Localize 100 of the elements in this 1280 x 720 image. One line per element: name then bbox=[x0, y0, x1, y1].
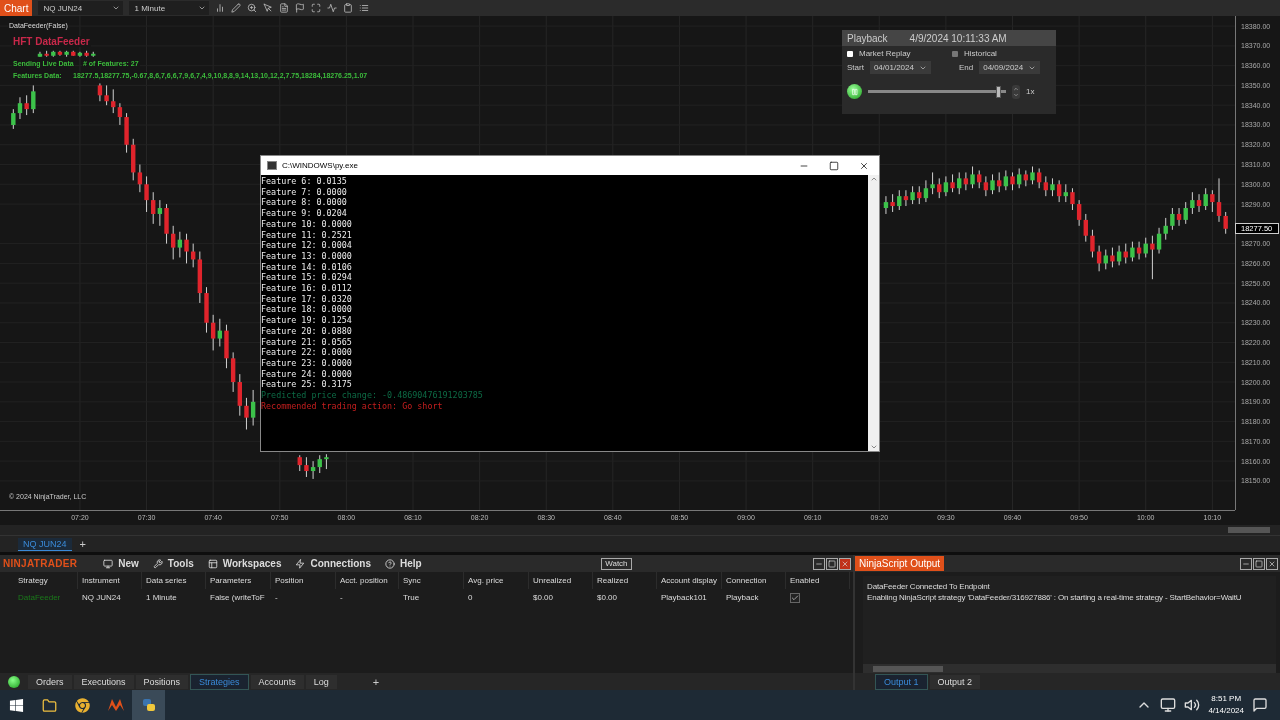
console-line: Feature 13: 0.0000 bbox=[261, 250, 353, 262]
candlestick bbox=[111, 88, 116, 114]
enabled-checkbox[interactable] bbox=[790, 592, 800, 603]
console-line: Feature 11: 0.2521 bbox=[261, 229, 353, 241]
panel-tab[interactable]: Positions bbox=[135, 674, 189, 689]
menu-item[interactable]: Tools bbox=[152, 558, 194, 569]
column-header[interactable]: Position bbox=[271, 572, 336, 589]
column-header[interactable]: Strategy bbox=[0, 572, 78, 589]
column-header[interactable]: Realized bbox=[593, 572, 657, 589]
pause-button[interactable] bbox=[847, 84, 862, 99]
interval-dropdown[interactable]: 1 Minute bbox=[129, 1, 210, 15]
radio-button[interactable] bbox=[847, 50, 853, 57]
radio-label: Market Replay bbox=[859, 49, 911, 58]
candlestick bbox=[230, 351, 236, 393]
column-header[interactable]: Instrument bbox=[78, 572, 142, 589]
panel-tab[interactable]: Accounts bbox=[250, 674, 304, 689]
column-header[interactable]: Avg. price bbox=[464, 572, 529, 589]
column-header[interactable]: Connection bbox=[722, 572, 786, 589]
scrollbar-thumb[interactable] bbox=[1228, 527, 1270, 533]
candlestick bbox=[963, 171, 969, 191]
chart-tab[interactable]: NQ JUN24 bbox=[18, 537, 72, 551]
chart-tab[interactable]: Chart bbox=[0, 0, 33, 16]
close-icon bbox=[859, 160, 869, 171]
close-icon bbox=[1268, 559, 1276, 568]
add-tab-button[interactable]: + bbox=[368, 675, 384, 688]
list-icon[interactable] bbox=[359, 3, 370, 13]
close-button[interactable] bbox=[1266, 557, 1278, 570]
speed-spinner[interactable] bbox=[1012, 84, 1020, 99]
pointer-icon[interactable] bbox=[263, 3, 274, 13]
menu-item[interactable]: Workspaces bbox=[207, 558, 282, 569]
column-header[interactable]: Sync bbox=[399, 572, 464, 589]
candlestick bbox=[1076, 199, 1082, 227]
candlestick bbox=[137, 164, 143, 193]
line-chart-icon[interactable] bbox=[327, 3, 338, 13]
add-tab-button[interactable]: + bbox=[75, 538, 90, 550]
output-tab[interactable]: Output 2 bbox=[929, 674, 981, 689]
panel-tab[interactable]: Log bbox=[305, 674, 337, 689]
output-line: Enabling NinjaScript strategy 'DataFeeder/316927886' : On starting a real-time strategy - StartBehavior=WaitU bbox=[867, 592, 1243, 603]
check-icon bbox=[791, 593, 799, 602]
radio-button[interactable] bbox=[952, 50, 958, 57]
panel-tab[interactable]: Strategies bbox=[190, 673, 249, 690]
close-button[interactable] bbox=[839, 557, 851, 570]
end-date-dropdown[interactable]: 04/09/2024 bbox=[979, 61, 1041, 74]
column-header[interactable]: Account display bbox=[657, 572, 722, 589]
start-date-dropdown[interactable]: 04/01/2024 bbox=[869, 61, 931, 74]
pause-icon bbox=[850, 87, 859, 96]
end-label: End bbox=[958, 63, 974, 72]
console-line: Feature 12: 0.0004 bbox=[261, 240, 353, 251]
volume-icon[interactable] bbox=[1184, 697, 1201, 713]
panel-tab[interactable]: Orders bbox=[28, 674, 72, 689]
pencil-icon[interactable] bbox=[231, 3, 242, 13]
output-tab[interactable]: Output 1 bbox=[875, 673, 928, 690]
menu-item[interactable]: Connections bbox=[295, 558, 372, 569]
maximize-button[interactable] bbox=[1253, 557, 1265, 570]
table-cell-text: Playback101 bbox=[660, 592, 708, 604]
network-icon[interactable] bbox=[1160, 697, 1177, 713]
candlestick bbox=[1090, 229, 1095, 258]
menu-item[interactable]: Help bbox=[385, 558, 422, 569]
candlestick bbox=[1043, 175, 1049, 197]
console-line: Recommended trading action: Go short bbox=[261, 400, 444, 412]
candlestick bbox=[184, 233, 189, 264]
candlestick bbox=[31, 84, 36, 114]
column-header[interactable]: Acct. position bbox=[336, 572, 399, 589]
python-icon[interactable] bbox=[132, 690, 165, 720]
zoom-in-icon[interactable] bbox=[247, 3, 258, 13]
column-header[interactable]: Enabled bbox=[786, 572, 850, 589]
minimize-button[interactable] bbox=[1240, 557, 1252, 570]
candlestick bbox=[244, 397, 249, 431]
clipboard-icon[interactable] bbox=[343, 3, 354, 13]
playback-time: 4/9/2024 10:11:33 AM bbox=[909, 32, 1007, 44]
scrollbar-thumb[interactable] bbox=[873, 665, 943, 672]
bar-chart-icon[interactable] bbox=[215, 3, 226, 13]
candlestick bbox=[1176, 207, 1182, 227]
clock-time[interactable]: 8:51 PM bbox=[1211, 693, 1242, 705]
candlestick bbox=[883, 195, 889, 215]
watch-button[interactable]: Watch bbox=[601, 557, 632, 570]
candlestick bbox=[170, 225, 176, 260]
notification-icon[interactable] bbox=[1252, 697, 1268, 713]
column-header[interactable]: Parameters bbox=[206, 572, 271, 589]
clock-date[interactable]: 4/14/2024 bbox=[1208, 705, 1244, 717]
candlestick bbox=[957, 171, 962, 195]
candlestick bbox=[1223, 211, 1228, 235]
console-line: Feature 22: 0.0000 bbox=[261, 347, 353, 358]
flag-icon[interactable] bbox=[295, 3, 306, 13]
candlestick bbox=[1163, 217, 1168, 241]
panel-tab[interactable]: Executions bbox=[73, 674, 134, 689]
output-title: NinjaScript Output bbox=[855, 556, 945, 571]
instrument-dropdown[interactable]: NQ JUN24 bbox=[38, 1, 124, 15]
candlestick bbox=[24, 94, 29, 116]
wrench-icon bbox=[152, 558, 163, 569]
menu-item[interactable]: New bbox=[103, 558, 139, 569]
candlestick bbox=[1083, 213, 1088, 243]
frame-icon[interactable] bbox=[311, 3, 322, 13]
candlestick bbox=[250, 389, 256, 427]
minimize-button[interactable] bbox=[813, 557, 825, 570]
document-icon[interactable] bbox=[279, 3, 290, 13]
column-header[interactable]: Unrealized bbox=[529, 572, 593, 589]
column-header[interactable]: Data series bbox=[142, 572, 206, 589]
scrollbar[interactable] bbox=[868, 175, 879, 451]
maximize-button[interactable] bbox=[826, 557, 838, 570]
